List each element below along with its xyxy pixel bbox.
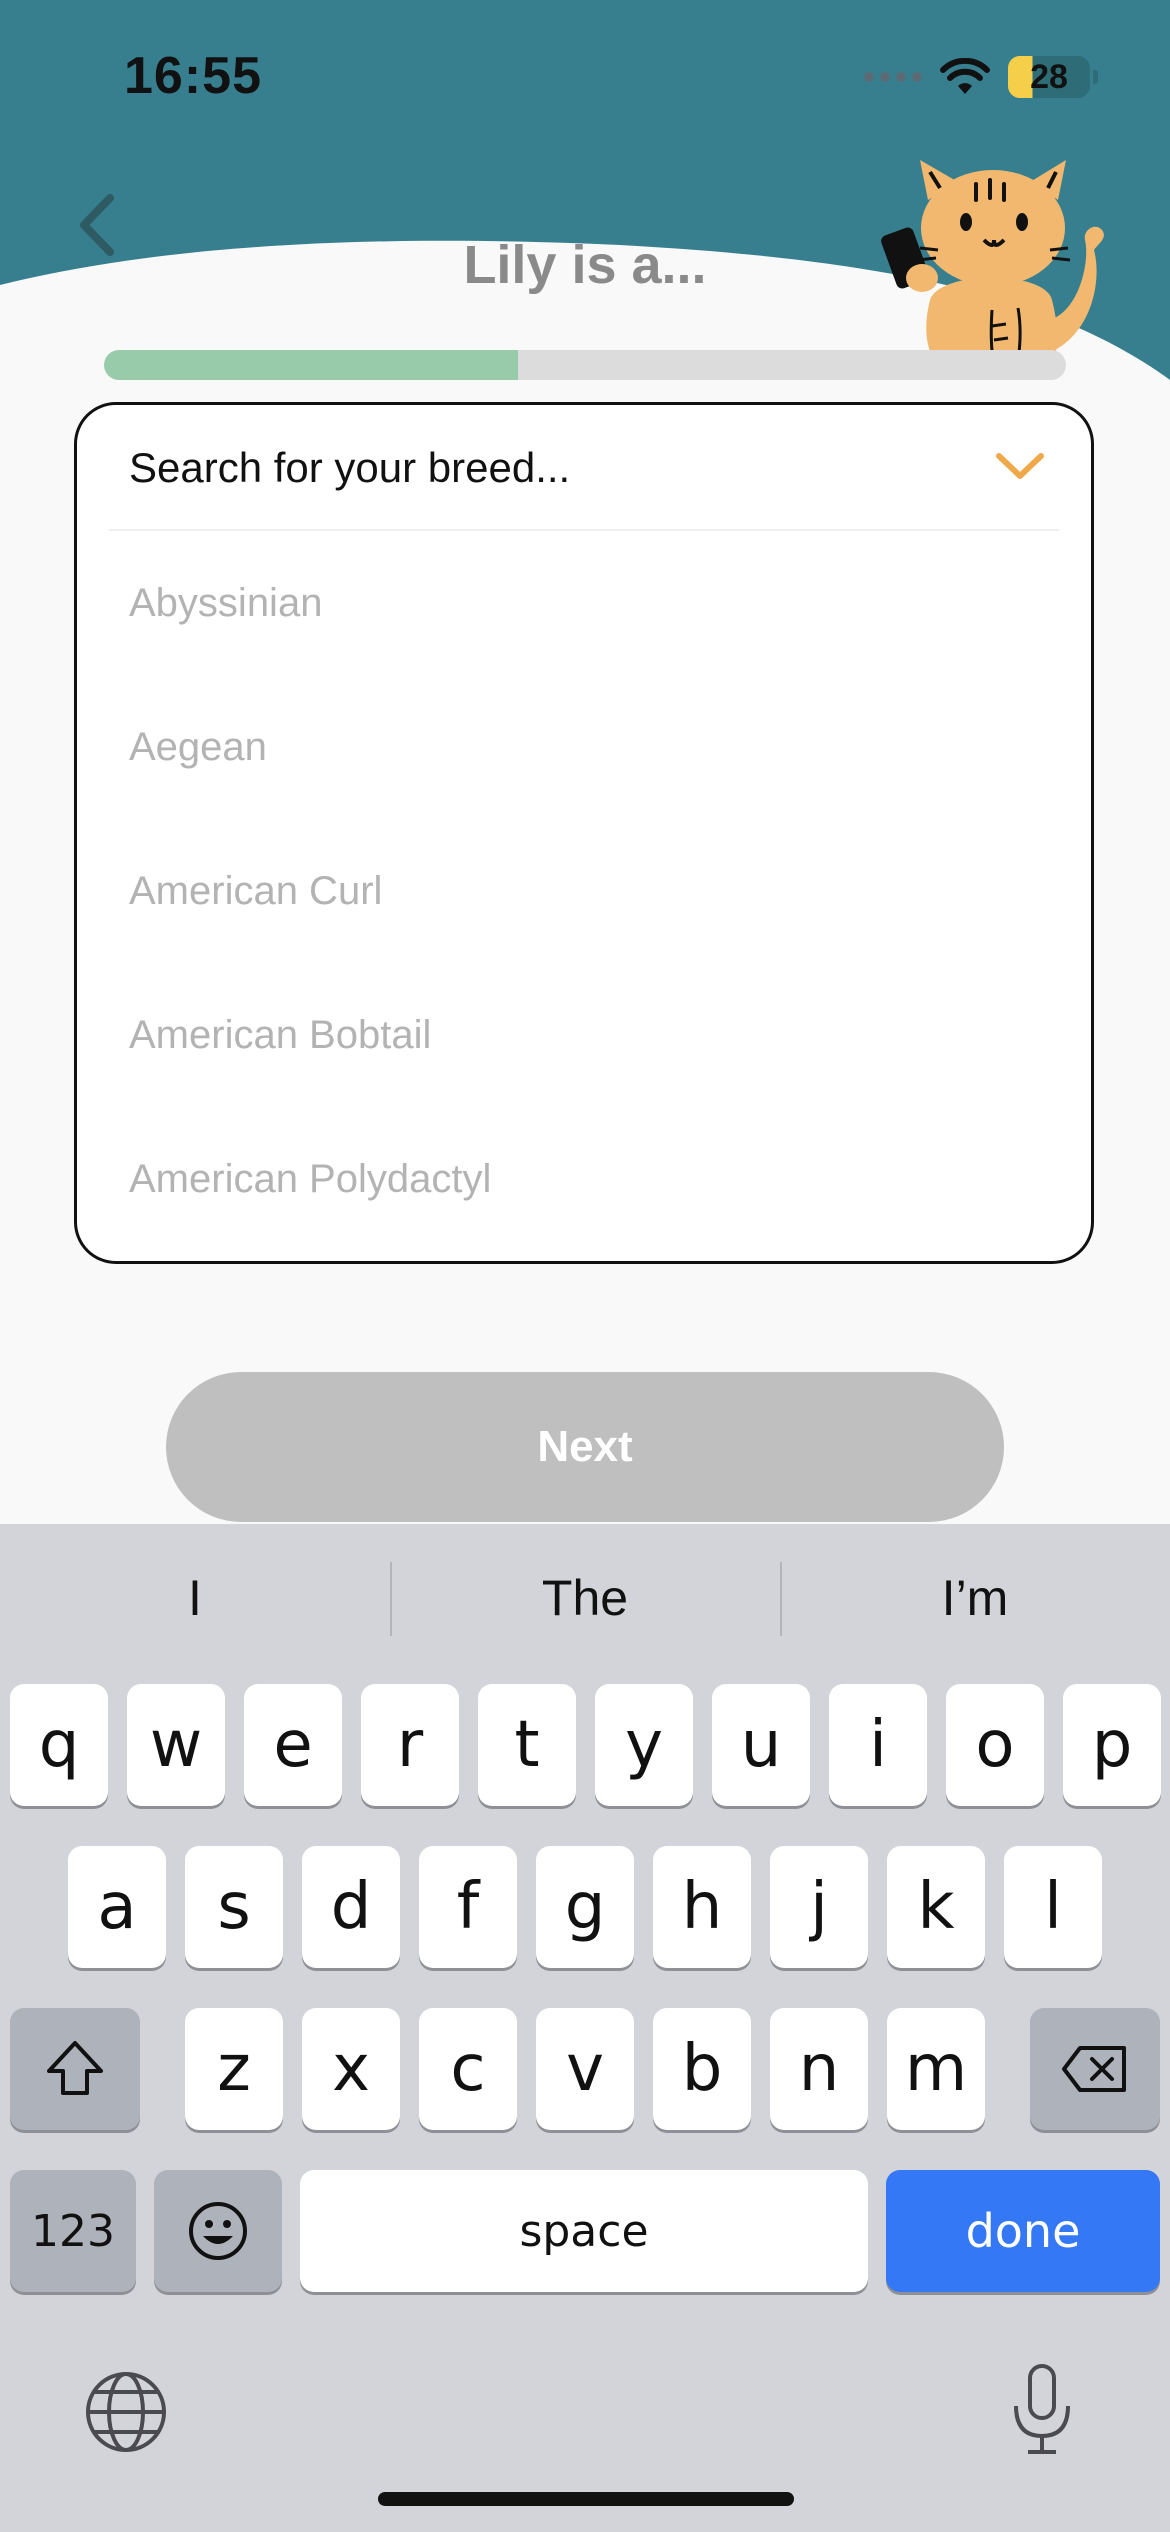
cellular-signal-icon	[864, 72, 922, 82]
key-f[interactable]: f	[419, 1846, 517, 1968]
key-n[interactable]: n	[770, 2008, 868, 2130]
next-button[interactable]: Next	[166, 1372, 1004, 1522]
breed-dropdown[interactable]: Abyssinian Aegean American Curl American…	[74, 402, 1094, 1264]
microphone-icon[interactable]	[1010, 2364, 1074, 2456]
key-g[interactable]: g	[536, 1846, 634, 1968]
key-v[interactable]: v	[536, 2008, 634, 2130]
globe-icon[interactable]	[84, 2370, 168, 2454]
key-x[interactable]: x	[302, 2008, 400, 2130]
delete-key[interactable]	[1030, 2008, 1160, 2130]
status-time: 16:55	[124, 47, 262, 105]
emoji-icon	[189, 2202, 247, 2260]
suggestion-item[interactable]: I	[0, 1524, 390, 1672]
breed-option[interactable]: American Curl	[129, 819, 1059, 963]
key-o[interactable]: o	[946, 1684, 1044, 1806]
key-t[interactable]: t	[478, 1684, 576, 1806]
key-j[interactable]: j	[770, 1846, 868, 1968]
done-key[interactable]: done	[886, 2170, 1160, 2292]
space-key[interactable]: space	[300, 2170, 868, 2292]
breed-option[interactable]: American Bobtail	[129, 963, 1059, 1107]
key-p[interactable]: p	[1063, 1684, 1161, 1806]
breed-search-row	[109, 405, 1059, 531]
battery-icon: 28	[1008, 56, 1098, 98]
key-m[interactable]: m	[887, 2008, 985, 2130]
key-i[interactable]: i	[829, 1684, 927, 1806]
cat-illustration	[881, 160, 1104, 375]
key-s[interactable]: s	[185, 1846, 283, 1968]
shift-icon	[47, 2041, 103, 2095]
shift-key[interactable]	[10, 2008, 140, 2130]
suggestion-bar: I The I’m	[0, 1524, 1170, 1672]
keyboard: I The I’m q w e r t y u i o p a s d f g …	[0, 1524, 1170, 2532]
numbers-key[interactable]: 123	[10, 2170, 136, 2292]
key-b[interactable]: b	[653, 2008, 751, 2130]
progress-bar	[104, 350, 1066, 380]
key-z[interactable]: z	[185, 2008, 283, 2130]
wifi-icon	[940, 58, 990, 94]
key-l[interactable]: l	[1004, 1846, 1102, 1968]
emoji-key[interactable]	[154, 2170, 282, 2292]
key-q[interactable]: q	[10, 1684, 108, 1806]
key-d[interactable]: d	[302, 1846, 400, 1968]
suggestion-item[interactable]: I’m	[780, 1524, 1170, 1672]
key-u[interactable]: u	[712, 1684, 810, 1806]
breed-option[interactable]: American Polydactyl	[129, 1107, 1059, 1251]
progress-bar-fill	[104, 350, 518, 380]
breed-option[interactable]: Abyssinian	[129, 531, 1059, 675]
suggestion-item[interactable]: The	[390, 1524, 780, 1672]
breed-search-input[interactable]	[109, 425, 969, 511]
key-a[interactable]: a	[68, 1846, 166, 1968]
breed-option[interactable]: Aegean	[129, 675, 1059, 819]
key-r[interactable]: r	[361, 1684, 459, 1806]
key-w[interactable]: w	[127, 1684, 225, 1806]
status-icons: 28	[864, 52, 1098, 102]
home-indicator	[378, 2492, 794, 2506]
chevron-down-icon[interactable]	[995, 451, 1045, 481]
delete-icon	[1062, 2046, 1126, 2092]
key-k[interactable]: k	[887, 1846, 985, 1968]
key-c[interactable]: c	[419, 2008, 517, 2130]
key-y[interactable]: y	[595, 1684, 693, 1806]
key-e[interactable]: e	[244, 1684, 342, 1806]
breed-options-list: Abyssinian Aegean American Curl American…	[129, 531, 1059, 1251]
key-h[interactable]: h	[653, 1846, 751, 1968]
